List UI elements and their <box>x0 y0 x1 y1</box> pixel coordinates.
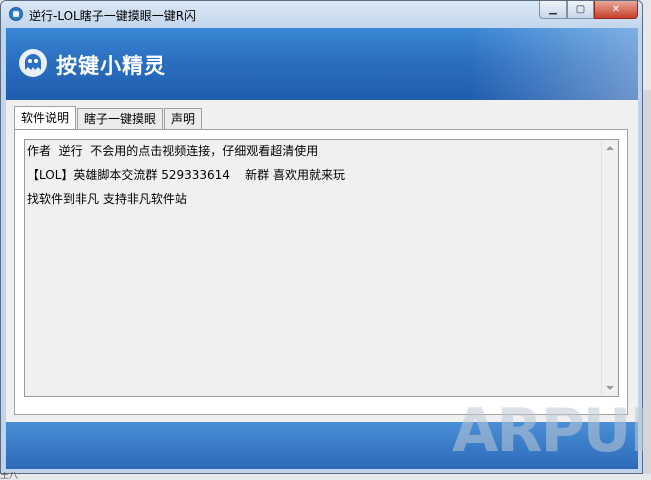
close-button[interactable]: ✕ <box>594 1 638 19</box>
tab-statement[interactable]: 声明 <box>164 108 203 129</box>
brand-logo-text: 按键小精灵 <box>56 54 166 78</box>
minimize-button[interactable]: ▁ <box>539 1 567 19</box>
ghost-logo-icon <box>19 49 47 77</box>
tab-panel: 作者 逆行 不会用的点击视频连接，仔细观看超清使用 【LOL】英雄脚本交流群 5… <box>14 129 628 415</box>
tab-strip: 软件说明 瞎子一键摸眼 声明 <box>14 106 203 129</box>
content-area: 软件说明 瞎子一键摸眼 声明 作者 逆行 不会用的点击视频连接，仔细观看超清使用… <box>6 100 638 422</box>
scroll-down-icon[interactable] <box>606 386 614 390</box>
text-line-source: 找软件到非凡 支持非凡软件站 <box>27 192 187 206</box>
watermark-logo: ARPUN <box>452 396 651 466</box>
tab-software-description[interactable]: 软件说明 <box>14 106 77 129</box>
window-title: 逆行-LOL瞎子一键摸眼一键R闪 <box>29 9 197 23</box>
tab-one-key-ward[interactable]: 瞎子一键摸眼 <box>77 108 164 129</box>
scroll-up-icon[interactable] <box>606 146 614 150</box>
text-line-author: 作者 逆行 不会用的点击视频连接，仔细观看超清使用 <box>27 144 319 158</box>
description-textbox[interactable]: 作者 逆行 不会用的点击视频连接，仔细观看超清使用 【LOL】英雄脚本交流群 5… <box>24 139 619 397</box>
title-bar[interactable]: 逆行-LOL瞎子一键摸眼一键R闪 ▁ ▢ ✕ <box>1 1 642 28</box>
text-line-group: 【LOL】英雄脚本交流群 529333614 新群 喜欢用就来玩 <box>27 168 345 182</box>
maximize-button[interactable]: ▢ <box>567 1 594 19</box>
maximize-icon: ▢ <box>575 4 586 15</box>
status-fragment: 王八 <box>0 472 19 480</box>
vertical-scrollbar[interactable] <box>601 140 618 396</box>
minimize-icon: ▁ <box>549 4 557 15</box>
brand-banner: 按键小精灵 <box>6 28 638 100</box>
background-strip <box>643 90 651 474</box>
close-icon: ✕ <box>611 4 621 15</box>
app-icon <box>9 7 23 21</box>
